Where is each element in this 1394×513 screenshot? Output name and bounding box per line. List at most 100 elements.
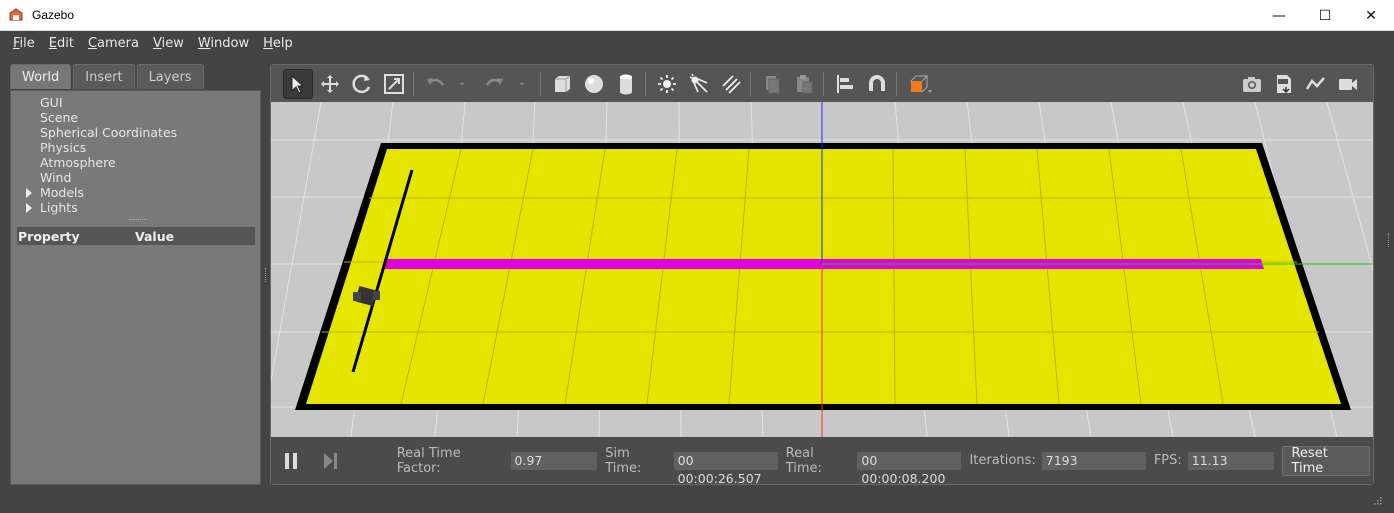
tab-world[interactable]: World	[10, 64, 72, 89]
toolbar-separator	[540, 71, 541, 96]
spot-light-icon	[689, 73, 708, 93]
undo-button[interactable]	[420, 69, 450, 99]
tab-layers[interactable]: Layers	[136, 64, 204, 89]
window-title: Gazebo	[32, 8, 75, 22]
gazebo-logo-icon	[9, 8, 23, 21]
redo-button[interactable]	[480, 69, 510, 99]
select-mode-button[interactable]	[283, 68, 313, 99]
plot-icon	[1305, 76, 1325, 90]
panel-splitter-handle[interactable]	[265, 268, 268, 282]
point-light-icon	[658, 74, 676, 93]
reset-time-button[interactable]: Reset Time	[1282, 445, 1370, 476]
real-time-factor-label: Real Time Factor:	[396, 445, 461, 476]
copy-icon	[766, 75, 780, 93]
left-panel: World Insert Layers GUI Scene Spherical …	[10, 64, 261, 485]
translate-icon	[321, 74, 339, 93]
menu-edit[interactable]: Edit	[42, 36, 81, 51]
right-splitter-handle[interactable]	[1388, 233, 1391, 247]
close-button[interactable]: ✕	[1348, 0, 1394, 31]
tree-item-physics[interactable]: Physics	[11, 140, 260, 155]
menu-view[interactable]: View	[146, 36, 191, 51]
step-icon	[324, 452, 338, 469]
screenshot-button[interactable]	[1237, 69, 1267, 99]
expand-arrow-icon[interactable]	[26, 188, 32, 198]
sim-time-label: Sim Time:	[605, 445, 642, 476]
value-column-header: Value	[135, 228, 175, 244]
undo-history-dropdown[interactable]	[452, 69, 472, 99]
copy-button[interactable]	[757, 69, 787, 99]
tree-item-models[interactable]: Models	[11, 185, 260, 200]
redo-history-dropdown[interactable]	[512, 69, 532, 99]
menu-file[interactable]: File	[6, 36, 42, 51]
expand-arrow-icon[interactable]	[26, 203, 32, 213]
3d-viewport[interactable]	[271, 102, 1373, 437]
translate-mode-button[interactable]	[315, 69, 345, 99]
log-button[interactable]	[1269, 69, 1299, 99]
magnet-icon	[869, 74, 885, 91]
maximize-button[interactable]: ☐	[1302, 0, 1348, 31]
tree-item-lights[interactable]: Lights	[11, 200, 260, 215]
tree-item-gui[interactable]: GUI	[11, 95, 260, 110]
scene-render[interactable]	[271, 102, 1373, 437]
directional-light-icon	[722, 74, 741, 94]
sphere-icon	[585, 74, 603, 93]
insert-box-button[interactable]	[547, 69, 577, 99]
tree-item-scene[interactable]: Scene	[11, 110, 260, 125]
property-column-header: Property	[18, 228, 80, 244]
insert-sphere-button[interactable]	[579, 69, 609, 99]
video-record-button[interactable]	[1333, 69, 1363, 99]
window-resize-grip[interactable]	[1372, 495, 1382, 505]
real-time-value: 00 00:00:08.200	[857, 451, 962, 486]
splitter-handle[interactable]	[129, 219, 147, 223]
scale-mode-button[interactable]	[379, 69, 409, 99]
rotate-icon	[352, 74, 371, 93]
rotate-mode-button[interactable]	[347, 69, 377, 99]
video-icon	[1339, 78, 1357, 90]
log-icon	[1277, 74, 1291, 93]
tree-item-wind[interactable]: Wind	[11, 170, 260, 185]
toolbar-separator	[750, 71, 751, 96]
fps-label: FPS:	[1153, 453, 1182, 468]
screenshot-icon	[1243, 76, 1261, 92]
point-light-button[interactable]	[652, 69, 682, 99]
world-tree: GUI Scene Spherical Coordinates Physics …	[11, 95, 260, 215]
title-bar: Gazebo — ☐ ✕	[0, 0, 1394, 31]
tab-insert[interactable]: Insert	[73, 64, 135, 89]
insert-cylinder-button[interactable]	[611, 69, 641, 99]
select-arrow-icon	[291, 74, 305, 94]
real-time-factor-value: 0.97	[510, 451, 598, 470]
tree-item-spherical-coordinates[interactable]: Spherical Coordinates	[11, 125, 260, 140]
status-bar: Real Time Factor: 0.97 Sim Time: 00 00:0…	[271, 437, 1373, 486]
view-angle-button[interactable]	[903, 69, 939, 99]
pause-button[interactable]	[277, 446, 306, 476]
ground-plane	[306, 149, 1341, 404]
align-button[interactable]	[830, 69, 860, 99]
menu-window[interactable]: Window	[191, 36, 256, 51]
box-icon	[555, 75, 571, 92]
menu-camera[interactable]: Camera	[81, 36, 146, 51]
view-angle-icon	[910, 75, 932, 93]
chevron-down-icon	[519, 82, 525, 86]
spot-light-button[interactable]	[684, 69, 714, 99]
menu-help[interactable]: Help	[256, 36, 300, 51]
paste-icon	[797, 74, 813, 93]
tree-item-label: Lights	[40, 200, 78, 215]
undo-icon	[427, 77, 445, 86]
redo-icon	[485, 77, 503, 86]
toolbar-separator	[823, 71, 824, 96]
world-tree-panel: GUI Scene Spherical Coordinates Physics …	[10, 90, 261, 485]
step-button[interactable]	[316, 446, 345, 476]
real-time-label: Real Time:	[785, 445, 822, 476]
menu-bar: File Edit Camera View Window Help	[0, 31, 1394, 56]
tree-item-atmosphere[interactable]: Atmosphere	[11, 155, 260, 170]
cylinder-icon	[620, 74, 632, 94]
plot-button[interactable]	[1301, 69, 1331, 99]
toolbar-separator	[645, 71, 646, 96]
property-table-header: Property Value	[17, 227, 255, 245]
paste-button[interactable]	[789, 69, 819, 99]
minimize-button[interactable]: —	[1256, 0, 1302, 31]
directional-light-button[interactable]	[716, 69, 746, 99]
fps-value: 11.13	[1187, 451, 1275, 470]
toolbar-separator	[413, 71, 414, 96]
snap-button[interactable]	[862, 69, 892, 99]
